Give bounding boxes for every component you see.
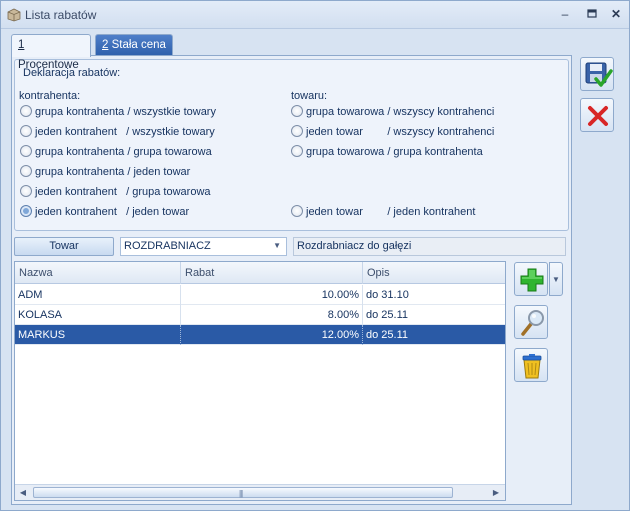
cell-description: do 31.10 bbox=[366, 289, 409, 301]
grip-icon: ||| bbox=[239, 489, 243, 498]
column-header-discount[interactable]: Rabat bbox=[181, 262, 363, 284]
minimize-icon[interactable]: – bbox=[556, 6, 574, 22]
radio-goods-group-contractor-group[interactable]: grupa towarowa / grupa kontrahenta bbox=[291, 145, 483, 160]
cell-discount: 8.00% bbox=[181, 305, 363, 325]
magnifier-icon bbox=[521, 310, 544, 336]
save-check-icon bbox=[585, 62, 613, 87]
radio-circle bbox=[291, 205, 303, 218]
radio-label: grupa kontrahenta / jeden towar bbox=[35, 166, 191, 178]
column-header-name[interactable]: Nazwa bbox=[15, 262, 181, 284]
save-button[interactable] bbox=[580, 57, 614, 91]
discount-declaration-group: Deklaracja rabatów: kontrahenta: towaru:… bbox=[14, 59, 569, 231]
edit-button[interactable] bbox=[514, 305, 548, 339]
goods-combo[interactable]: ROZDRABNIACZ ▼ bbox=[120, 237, 287, 256]
radio-circle-checked bbox=[20, 205, 32, 218]
tab-fixed-price[interactable]: 2 Stała cena bbox=[95, 34, 173, 56]
add-dropdown-chevron-icon[interactable]: ▼ bbox=[549, 262, 563, 296]
cell-description: do 25.11 bbox=[366, 309, 409, 321]
radio-contractor-group-one-good[interactable]: grupa kontrahenta / jeden towar bbox=[20, 165, 191, 180]
radio-circle bbox=[20, 185, 32, 198]
red-x-icon bbox=[588, 106, 608, 126]
cell-discount: 10.00% bbox=[181, 285, 363, 305]
radio-label: grupa kontrahenta / wszystkie towary bbox=[35, 106, 216, 118]
horizontal-scrollbar[interactable]: ◀ ||| ▶ bbox=[15, 484, 505, 500]
radio-label: grupa kontrahenta / grupa towarowa bbox=[35, 146, 212, 158]
tab-panel-percentage: Deklaracja rabatów: kontrahenta: towaru:… bbox=[11, 55, 572, 505]
radio-one-contractor-one-good[interactable]: jeden kontrahent / jeden towar bbox=[20, 205, 190, 220]
radio-label: jeden kontrahent / grupa towarowa bbox=[35, 186, 211, 198]
radio-circle bbox=[20, 145, 32, 158]
radio-contractor-group-all-goods[interactable]: grupa kontrahenta / wszystkie towary bbox=[20, 105, 216, 120]
table-row-selected[interactable]: MARKUS 12.00% do 25.11 bbox=[15, 325, 505, 345]
radio-label: grupa towarowa / grupa kontrahenta bbox=[306, 146, 483, 158]
chevron-down-icon[interactable]: ▼ bbox=[273, 241, 281, 250]
cell-discount: 12.00% bbox=[181, 325, 363, 345]
radio-contractor-group-goods-group[interactable]: grupa kontrahenta / grupa towarowa bbox=[20, 145, 212, 160]
discount-list-window: Lista rabatów – ✕ 1 Procentowe 2 Stała c… bbox=[0, 0, 630, 511]
green-plus-icon bbox=[520, 268, 544, 292]
tab-percentage-key: 1 bbox=[18, 39, 25, 51]
radio-label: jeden kontrahent / jeden towar bbox=[35, 206, 190, 218]
radio-circle bbox=[20, 165, 32, 178]
radio-one-contractor-goods-group[interactable]: jeden kontrahent / grupa towarowa bbox=[20, 185, 211, 200]
contractor-column-label: kontrahenta: bbox=[19, 90, 81, 102]
scroll-left-icon[interactable]: ◀ bbox=[16, 486, 30, 499]
cell-name: MARKUS bbox=[15, 325, 181, 345]
cell-name: KOLASA bbox=[15, 305, 181, 325]
column-header-description[interactable]: Opis bbox=[363, 262, 505, 284]
table-row[interactable]: ADM 10.00% do 31.10 bbox=[15, 285, 505, 305]
window-title: Lista rabatów bbox=[25, 8, 97, 22]
radio-label: grupa towarowa / wszyscy kontrahenci bbox=[306, 106, 495, 118]
close-icon[interactable]: ✕ bbox=[607, 6, 625, 22]
tab-fixed-price-label: Stała cena bbox=[108, 39, 166, 51]
table-row[interactable]: KOLASA 8.00% do 25.11 bbox=[15, 305, 505, 325]
cell-name: ADM bbox=[15, 285, 181, 305]
radio-one-contractor-all-goods[interactable]: jeden kontrahent / wszystkie towary bbox=[20, 125, 215, 140]
discount-grid: Nazwa Rabat Opis ADM 10.00% do 31.10 KOL… bbox=[14, 261, 506, 501]
goods-column-label: towaru: bbox=[291, 90, 328, 102]
scroll-right-icon[interactable]: ▶ bbox=[489, 486, 503, 499]
radio-one-good-all-contractors[interactable]: jeden towar / wszyscy kontrahenci bbox=[291, 125, 495, 140]
trash-bin-icon bbox=[522, 354, 542, 379]
cell-description: do 25.11 bbox=[366, 329, 409, 341]
tab-percentage[interactable]: 1 Procentowe bbox=[11, 34, 91, 71]
radio-label: jeden towar / jeden kontrahent bbox=[306, 206, 476, 218]
radio-one-good-one-contractor[interactable]: jeden towar / jeden kontrahent bbox=[291, 205, 476, 220]
radio-circle bbox=[20, 105, 32, 118]
cancel-button[interactable] bbox=[580, 98, 614, 132]
radio-label: jeden towar / wszyscy kontrahenci bbox=[306, 126, 495, 138]
goods-button[interactable]: Towar bbox=[14, 237, 114, 256]
grid-header: Nazwa Rabat Opis bbox=[15, 262, 505, 284]
goods-combo-value: ROZDRABNIACZ bbox=[124, 240, 211, 252]
app-box-icon bbox=[7, 8, 21, 22]
title-bar: Lista rabatów – ✕ bbox=[1, 1, 629, 29]
tab-percentage-label: Procentowe bbox=[18, 59, 79, 71]
maximize-icon[interactable] bbox=[583, 6, 601, 22]
radio-circle bbox=[20, 125, 32, 138]
delete-button[interactable] bbox=[514, 348, 548, 382]
scroll-thumb[interactable]: ||| bbox=[33, 487, 453, 498]
radio-circle bbox=[291, 105, 303, 118]
goods-description-field: Rozdrabniacz do gałęzi bbox=[293, 237, 566, 256]
radio-circle bbox=[291, 145, 303, 158]
radio-goods-group-all-contractors[interactable]: grupa towarowa / wszyscy kontrahenci bbox=[291, 105, 495, 120]
add-button[interactable] bbox=[514, 262, 548, 296]
radio-label: jeden kontrahent / wszystkie towary bbox=[35, 126, 215, 138]
radio-circle bbox=[291, 125, 303, 138]
goods-description: Rozdrabniacz do gałęzi bbox=[297, 240, 412, 252]
